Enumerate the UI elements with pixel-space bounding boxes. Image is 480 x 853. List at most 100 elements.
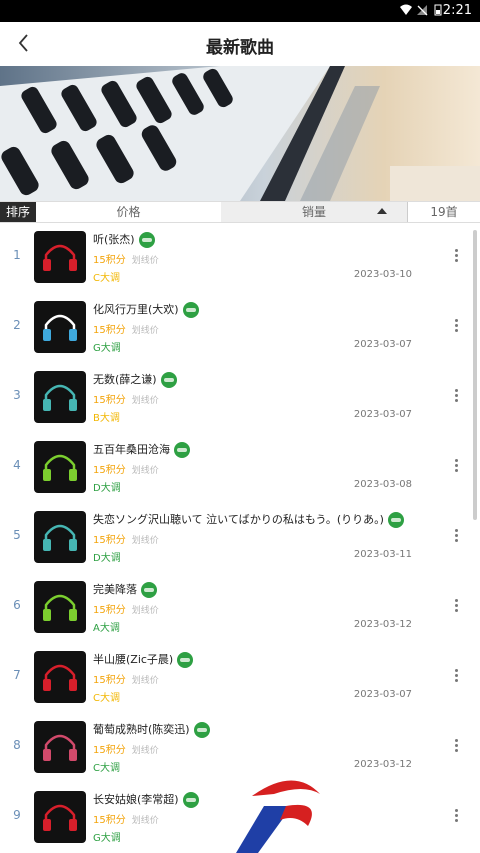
song-count: 19首 [430,205,458,219]
song-title: 半山腰(Zic子晨) [93,651,194,668]
headphones-icon [43,454,77,481]
more-options-icon[interactable] [450,597,462,615]
sort-label: 排序 [0,202,36,222]
more-options-icon[interactable] [450,387,462,405]
song-key: G大调 [93,833,121,844]
song-date: 2023-03-12 [353,759,412,770]
tag-badge-icon [177,652,194,668]
song-index: 9 [13,808,21,822]
song-cover [34,511,86,563]
no-signal-icon [417,5,428,16]
app-header: 最新歌曲 [0,22,480,66]
tag-badge-icon [160,372,177,388]
headphones-icon [43,524,77,551]
song-date: 2023-03-07 [353,339,412,350]
song-cover [34,581,86,633]
song-row[interactable]: 3 无数(薛之谦) 15积分 划线价 B大调 2023-03-07 [0,362,480,432]
song-price: 15积分 划线价 [93,395,159,406]
more-options-icon[interactable] [450,807,462,825]
song-key: D大调 [93,553,121,564]
more-options-icon[interactable] [450,737,462,755]
song-title: 葡萄成熟时(陈奕迅) [93,721,210,738]
song-row[interactable]: 7 半山腰(Zic子晨) 15积分 划线价 C大调 2023-03-07 [0,642,480,712]
song-key: D大调 [93,483,121,494]
song-cover [34,231,86,283]
battery-icon [434,4,442,16]
song-price: 15积分 划线价 [93,325,159,336]
song-title: 五百年桑田沧海 [93,441,190,458]
headphones-icon [43,734,77,761]
song-date: 2023-03-07 [353,689,412,700]
song-row[interactable]: 6 完美降落 15积分 划线价 A大调 2023-03-12 [0,572,480,642]
page-title: 最新歌曲 [206,38,274,58]
song-date: 2023-03-11 [353,549,412,560]
song-price: 15积分 划线价 [93,535,159,546]
song-price: 15积分 划线价 [93,255,159,266]
song-title: 听(张杰) [93,231,155,248]
song-cover [34,721,86,773]
headphones-icon [43,244,77,271]
headphones-icon [43,804,77,831]
song-date: 2023-03-08 [353,479,412,490]
scrollbar[interactable] [473,230,477,520]
song-key: C大调 [93,693,120,704]
song-key: B大调 [93,413,120,424]
song-title: 完美降落 [93,581,157,598]
song-price: 15积分 划线价 [93,745,159,756]
tag-badge-icon [174,442,190,458]
headphones-icon [43,384,77,411]
tag-badge-icon [141,582,157,598]
song-cover [34,441,86,493]
song-row[interactable]: 5 失恋ソング沢山聴いて 泣いてばかりの私はもう。(りりあ。) 15积分 划线价 … [0,502,480,572]
sort-bar: 排序 价格 销量 19首 [0,201,480,223]
song-index: 6 [13,598,21,612]
more-options-icon[interactable] [450,527,462,545]
song-index: 8 [13,738,21,752]
song-key: G大调 [93,343,121,354]
song-cover [34,651,86,703]
wifi-icon [400,4,412,15]
more-options-icon[interactable] [450,247,462,265]
tag-badge-icon [193,722,210,738]
sort-ascending-icon [377,208,387,214]
song-key: C大调 [93,273,120,284]
song-cover [34,371,86,423]
song-key: C大调 [93,763,120,774]
watermark-logo [236,780,320,853]
tag-badge-icon [182,302,199,318]
headphones-icon [43,314,77,341]
status-bar: 2:21 [0,0,480,22]
tag-badge-icon [387,512,404,528]
sort-by-sales-tab[interactable]: 销量 [221,202,408,222]
status-time: 2:21 [442,3,472,18]
song-date: 2023-03-10 [353,269,412,280]
song-row[interactable]: 4 五百年桑田沧海 15积分 划线价 D大调 2023-03-08 [0,432,480,502]
sort-by-sales-label: 销量 [301,205,326,219]
song-cover [34,791,86,843]
more-options-icon[interactable] [450,457,462,475]
song-index: 3 [13,388,21,402]
sort-by-price-tab[interactable]: 价格 [36,202,222,222]
song-index: 2 [13,318,21,332]
more-options-icon[interactable] [450,317,462,335]
tag-badge-icon [182,792,199,808]
song-title: 失恋ソング沢山聴いて 泣いてばかりの私はもう。(りりあ。) [93,511,404,528]
song-key: A大调 [93,623,120,634]
song-index: 4 [13,458,21,472]
song-title: 无数(薛之谦) [93,371,177,388]
song-row[interactable]: 1 听(张杰) 15积分 划线价 C大调 2023-03-10 [0,222,480,292]
song-row[interactable]: 2 化风行万里(大欢) 15积分 划线价 G大调 2023-03-07 [0,292,480,362]
song-row[interactable]: 8 葡萄成熟时(陈奕迅) 15积分 划线价 C大调 2023-03-12 [0,712,480,782]
song-price: 15积分 划线价 [93,605,159,616]
song-date: 2023-03-12 [353,619,412,630]
song-title: 化风行万里(大欢) [93,301,199,318]
tag-badge-icon [138,232,155,248]
more-options-icon[interactable] [450,667,462,685]
song-price: 15积分 划线价 [93,465,159,476]
song-cover [34,301,86,353]
headphones-icon [43,664,77,691]
headphones-icon [43,594,77,621]
piano-banner-image [0,66,480,201]
song-price: 15积分 划线价 [93,815,159,826]
song-index: 7 [13,668,21,682]
